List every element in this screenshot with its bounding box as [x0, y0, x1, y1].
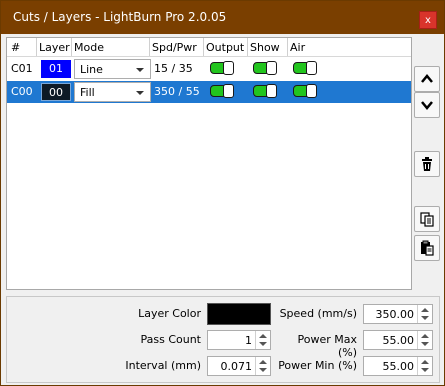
- chevron-down-icon: [136, 91, 144, 95]
- header-output: Output: [206, 41, 245, 54]
- power-min-value: 55.00: [382, 360, 415, 373]
- header-number: #: [11, 41, 21, 54]
- table-row[interactable]: C01 01 Line 15 / 35: [7, 58, 411, 80]
- table-row[interactable]: C00 00 Fill 350 / 55: [7, 81, 411, 103]
- row-id: C01: [11, 62, 33, 75]
- output-toggle[interactable]: [210, 61, 234, 75]
- chevron-down-icon: [136, 68, 144, 72]
- layer-color-label: Layer Color: [138, 307, 201, 320]
- chevron-up-icon[interactable]: [259, 334, 267, 338]
- chevron-up-icon[interactable]: [421, 360, 429, 364]
- layer-swatch[interactable]: 00: [41, 83, 71, 101]
- interval-label: Interval (mm): [125, 359, 201, 372]
- spd-pwr-value: 350 / 55: [154, 85, 200, 98]
- power-max-value: 55.00: [382, 334, 415, 347]
- mode-select[interactable]: Line: [74, 59, 151, 79]
- paste-icon: [421, 240, 434, 256]
- mode-value: Fill: [80, 86, 95, 99]
- header-layer: Layer: [39, 41, 70, 54]
- interval-value: 0.071: [220, 360, 253, 373]
- chevron-up-icon[interactable]: [421, 334, 429, 338]
- chevron-down-icon[interactable]: [421, 342, 429, 346]
- chevron-up-icon[interactable]: [421, 308, 429, 312]
- header-air: Air: [290, 41, 306, 54]
- move-up-button[interactable]: [414, 66, 440, 92]
- power-min-stepper[interactable]: 55.00: [363, 356, 433, 376]
- mode-select[interactable]: Fill: [74, 82, 151, 102]
- mode-value: Line: [80, 63, 103, 76]
- layer-color-swatch[interactable]: [207, 303, 271, 325]
- header-spd-pwr: Spd/Pwr: [152, 41, 197, 54]
- cuts-layers-window: Cuts / Layers - LightBurn Pro 2.0.05 x #…: [0, 0, 445, 386]
- delete-button[interactable]: [414, 151, 440, 177]
- speed-label: Speed (mm/s): [279, 307, 357, 320]
- copy-icon: [420, 212, 434, 227]
- spd-pwr-value: 15 / 35: [154, 62, 193, 75]
- speed-value: 350.00: [375, 308, 415, 321]
- power-max-label: Power Max (%): [297, 333, 358, 359]
- header-show: Show: [250, 41, 280, 54]
- speed-stepper[interactable]: 350.00: [363, 304, 433, 324]
- air-toggle[interactable]: [293, 61, 317, 75]
- air-toggle[interactable]: [293, 84, 317, 98]
- chevron-down-icon[interactable]: [259, 368, 267, 372]
- show-toggle[interactable]: [253, 84, 277, 98]
- layer-swatch[interactable]: 01: [41, 60, 71, 78]
- pass-count-stepper[interactable]: 1: [207, 330, 271, 350]
- pass-count-label: Pass Count: [140, 333, 201, 346]
- power-min-label: Power Min (%): [278, 359, 357, 372]
- row-id: C00: [11, 85, 33, 98]
- chevron-up-icon[interactable]: [259, 360, 267, 364]
- close-button[interactable]: x: [419, 11, 437, 29]
- interval-stepper[interactable]: 0.071: [207, 356, 271, 376]
- move-up-icon: [421, 74, 433, 83]
- move-down-icon: [421, 101, 433, 110]
- chevron-down-icon[interactable]: [259, 342, 267, 346]
- copy-button[interactable]: [414, 206, 440, 232]
- header-mode: Mode: [74, 41, 104, 54]
- title-bar[interactable]: Cuts / Layers - LightBurn Pro 2.0.05 x: [1, 1, 444, 34]
- show-toggle[interactable]: [253, 61, 277, 75]
- chevron-down-icon[interactable]: [421, 368, 429, 372]
- layers-table: # Layer Mode Spd/Pwr Output Show Air C01…: [6, 37, 412, 290]
- chevron-down-icon[interactable]: [421, 316, 429, 320]
- table-header: # Layer Mode Spd/Pwr Output Show Air: [7, 38, 411, 57]
- pass-count-value: 1: [245, 334, 252, 347]
- output-toggle[interactable]: [210, 84, 234, 98]
- window-title: Cuts / Layers - LightBurn Pro 2.0.05: [13, 10, 227, 24]
- paste-button[interactable]: [414, 235, 440, 261]
- power-max-stepper[interactable]: 55.00: [363, 330, 433, 350]
- layer-settings-panel: Layer Color Pass Count 1 Interval (mm) 0…: [6, 296, 440, 383]
- move-down-button[interactable]: [414, 92, 440, 118]
- delete-icon: [422, 157, 432, 171]
